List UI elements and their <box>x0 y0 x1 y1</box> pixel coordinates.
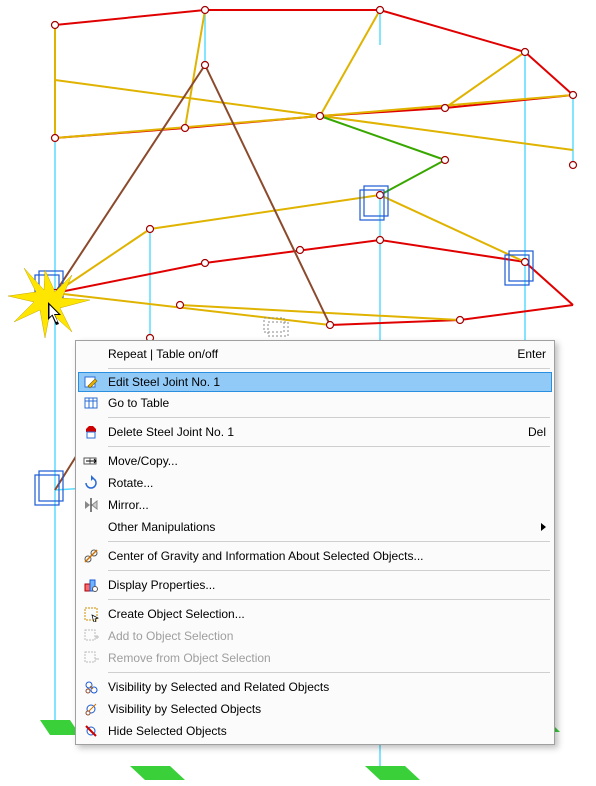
menu-item[interactable]: Delete Steel Joint No. 1 Del <box>78 421 552 443</box>
menu-item-label: Create Object Selection... <box>108 607 546 621</box>
menu-separator <box>108 446 550 447</box>
menu-item-shortcut: Del <box>528 425 546 439</box>
no-icon <box>80 346 102 362</box>
menu-item-label: Remove from Object Selection <box>108 651 546 665</box>
menu-separator <box>108 417 550 418</box>
menu-item-label: Mirror... <box>108 498 546 512</box>
move-copy-icon <box>80 453 102 469</box>
menu-item[interactable]: Center of Gravity and Information About … <box>78 545 552 567</box>
menu-separator <box>108 541 550 542</box>
mirror-icon <box>80 497 102 513</box>
menu-item[interactable]: Display Properties... <box>78 574 552 596</box>
rotate-icon <box>80 475 102 491</box>
delete-icon <box>80 424 102 440</box>
menu-item-label: Hide Selected Objects <box>108 724 546 738</box>
menu-item[interactable]: Rotate... <box>78 472 552 494</box>
menu-item[interactable]: Repeat | Table on/off Enter <box>78 343 552 365</box>
menu-item-label: Edit Steel Joint No. 1 <box>108 375 546 389</box>
menu-item-shortcut: Enter <box>517 347 546 361</box>
menu-item-label: Add to Object Selection <box>108 629 546 643</box>
menu-item[interactable]: Visibility by Selected and Related Objec… <box>78 676 552 698</box>
menu-item-label: Visibility by Selected Objects <box>108 702 546 716</box>
menu-separator <box>108 672 550 673</box>
menu-separator <box>108 599 550 600</box>
menu-item[interactable]: Visibility by Selected Objects <box>78 698 552 720</box>
menu-item[interactable]: Create Object Selection... <box>78 603 552 625</box>
menu-item[interactable]: Other Manipulations <box>78 516 552 538</box>
remove-sel-icon <box>80 650 102 666</box>
menu-item[interactable]: Move/Copy... <box>78 450 552 472</box>
menu-item-label: Rotate... <box>108 476 546 490</box>
menu-item-label: Move/Copy... <box>108 454 546 468</box>
menu-item-label: Display Properties... <box>108 578 546 592</box>
submenu-arrow-icon <box>541 523 546 531</box>
menu-item: Add to Object Selection <box>78 625 552 647</box>
menu-item-label: Other Manipulations <box>108 520 535 534</box>
edit-joint-icon <box>80 374 102 390</box>
menu-item-label: Repeat | Table on/off <box>108 347 509 361</box>
display-props-icon <box>80 577 102 593</box>
menu-item[interactable]: Hide Selected Objects <box>78 720 552 742</box>
vis-sel-icon <box>80 701 102 717</box>
menu-item[interactable]: Mirror... <box>78 494 552 516</box>
goto-table-icon <box>80 395 102 411</box>
menu-item[interactable]: Go to Table <box>78 392 552 414</box>
menu-item-label: Delete Steel Joint No. 1 <box>108 425 520 439</box>
no-icon <box>80 519 102 535</box>
create-sel-icon <box>80 606 102 622</box>
menu-item-label: Go to Table <box>108 396 546 410</box>
menu-item: Remove from Object Selection <box>78 647 552 669</box>
hide-sel-icon <box>80 723 102 739</box>
vis-related-icon <box>80 679 102 695</box>
menu-item-label: Center of Gravity and Information About … <box>108 549 546 563</box>
cursor-icon <box>48 302 66 328</box>
add-sel-icon <box>80 628 102 644</box>
cog-icon <box>80 548 102 564</box>
menu-item-label: Visibility by Selected and Related Objec… <box>108 680 546 694</box>
menu-item[interactable]: Edit Steel Joint No. 1 <box>78 372 552 392</box>
menu-separator <box>108 368 550 369</box>
menu-separator <box>108 570 550 571</box>
context-menu: Repeat | Table on/off Enter Edit Steel Joi… <box>75 340 555 745</box>
